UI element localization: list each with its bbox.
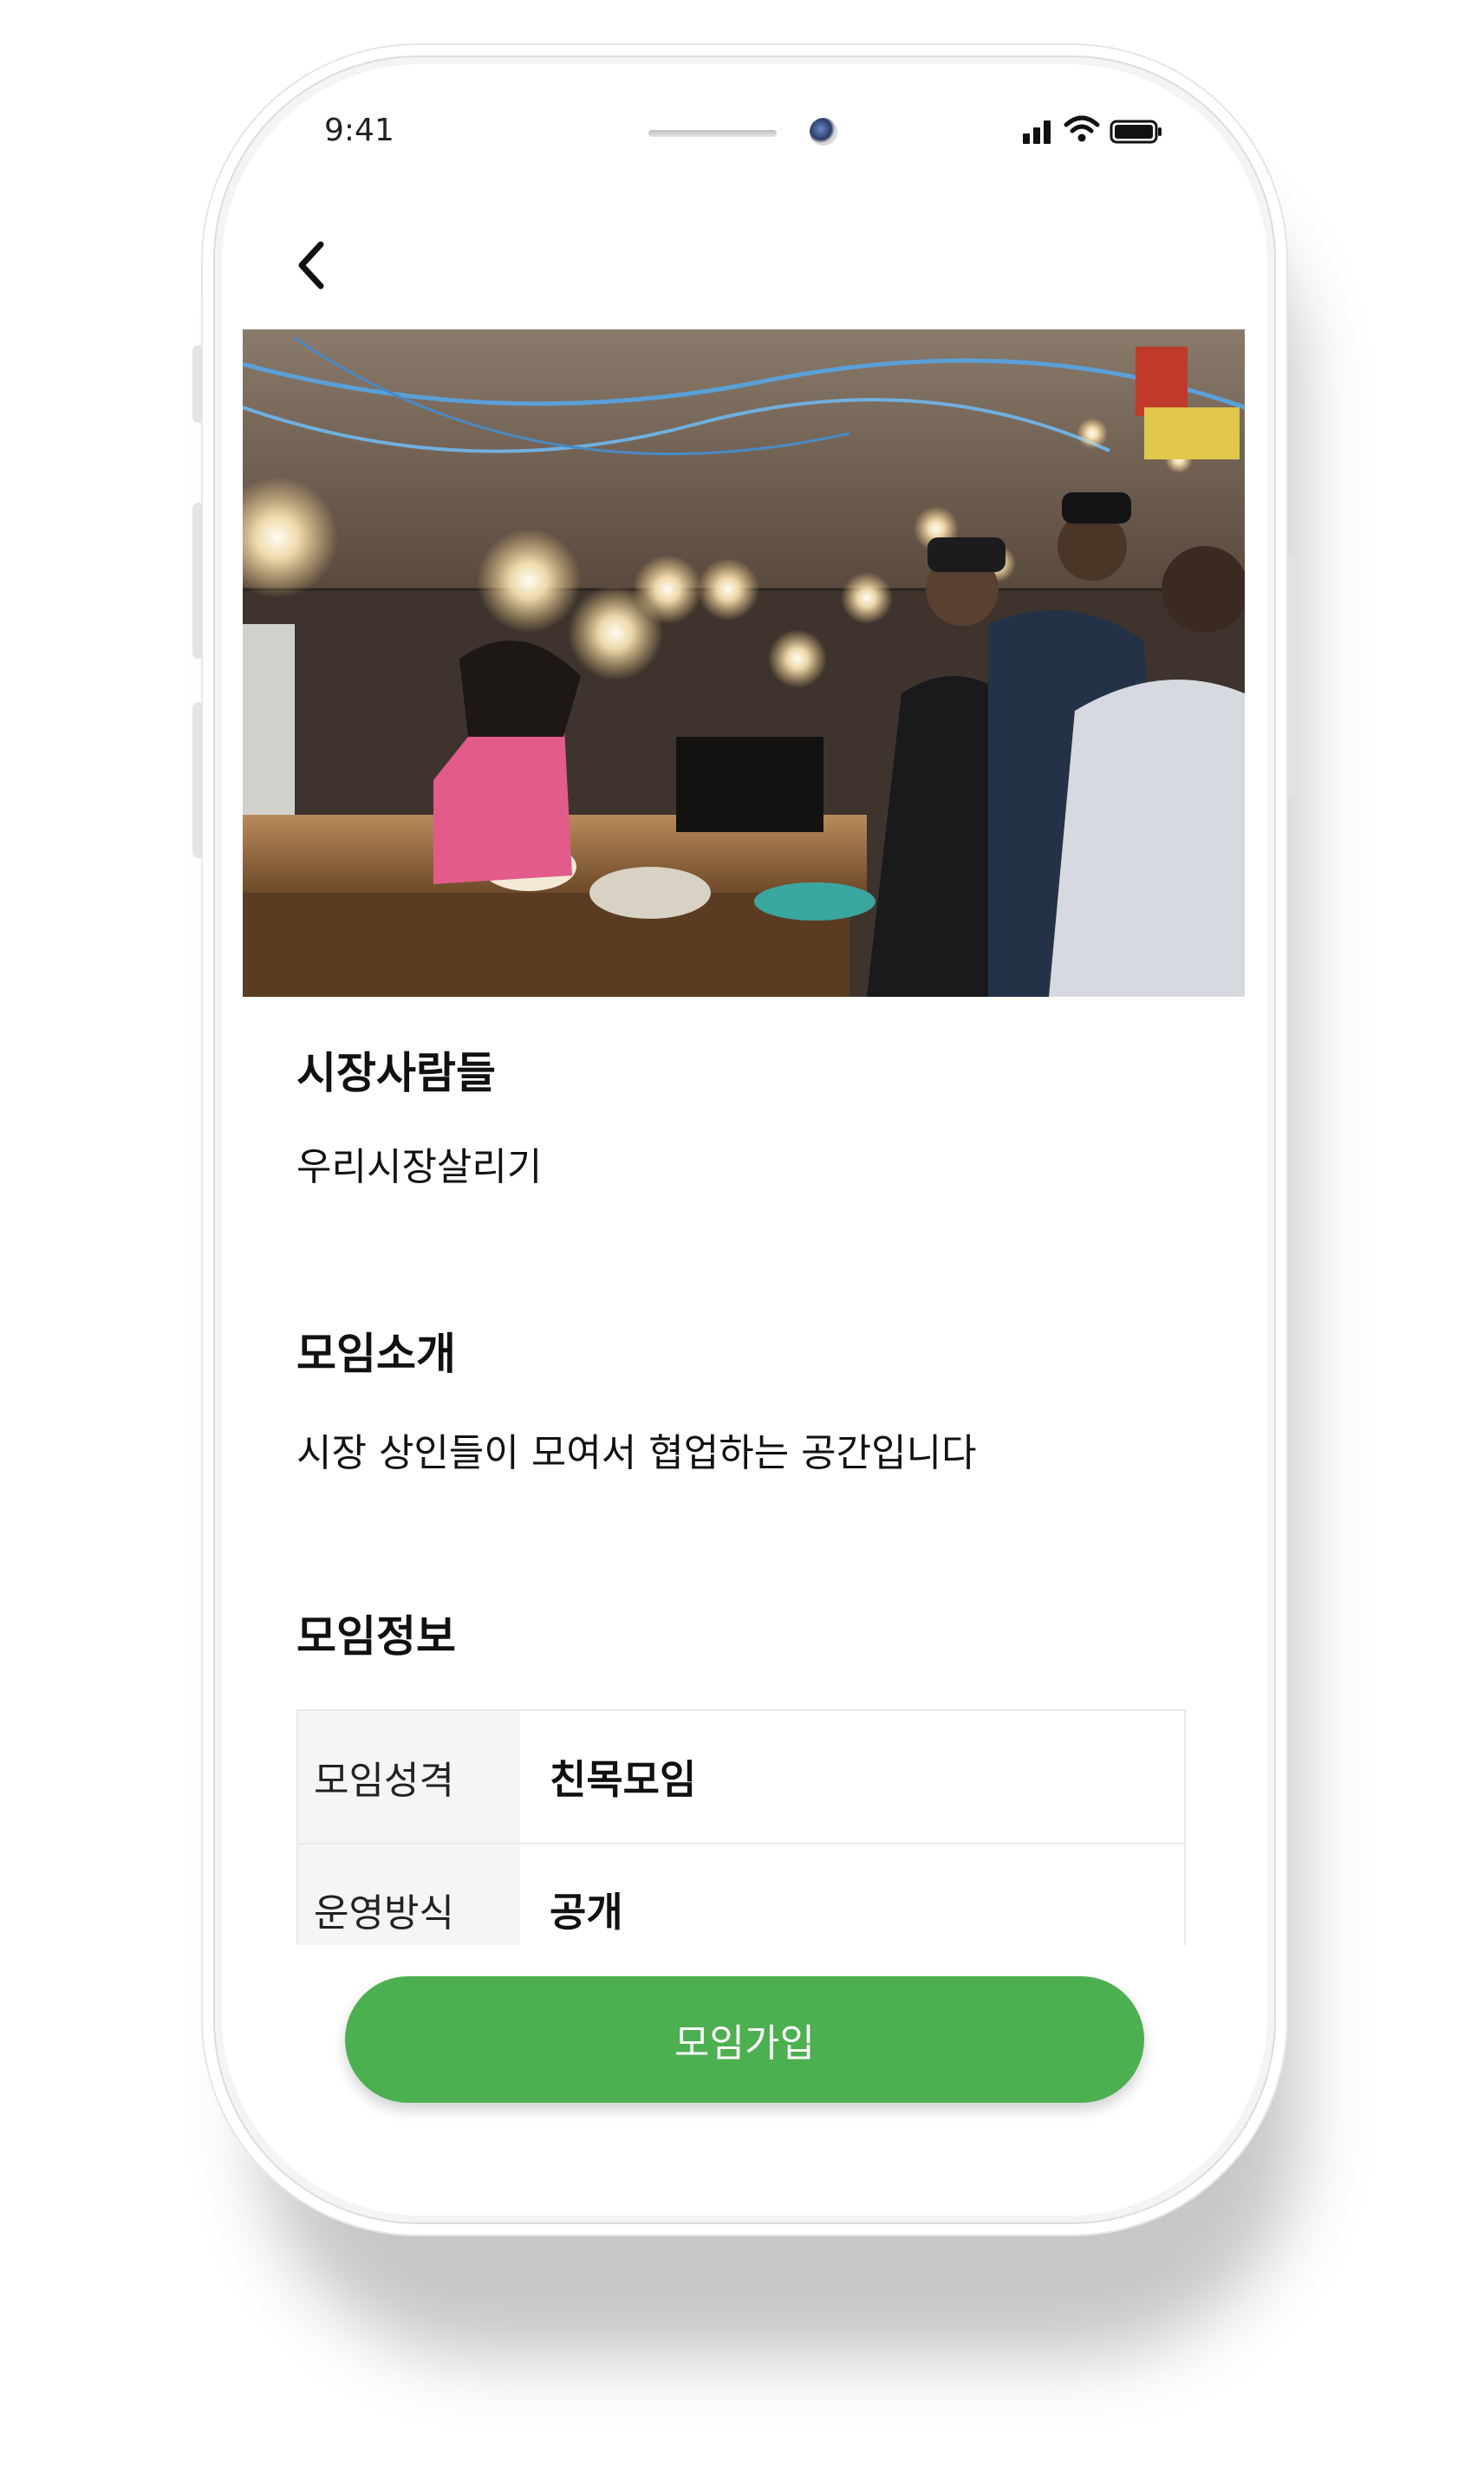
battery-icon (1110, 120, 1162, 144)
intro-text: 시장 상인들이 모여서 협업하는 공간입니다 (296, 1431, 977, 1475)
signal-icon (1023, 120, 1051, 144)
phone-screen: 9:41 시장사람들 우리시장살리기 모임소개 시장 상인들이 모여서 협업하는… (222, 64, 1267, 2215)
info-table: 모임성격 친목모임 운영방식 공개 (296, 1709, 1186, 1969)
group-tagline: 우리시장살리기 (296, 1145, 543, 1189)
status-bar: 9:41 (222, 64, 1267, 194)
status-time: 9:41 (324, 113, 394, 148)
wifi-icon (1064, 115, 1100, 142)
market-photo (243, 329, 1245, 997)
hero-image (243, 329, 1245, 997)
info-value: 친목모임 (550, 1756, 697, 1803)
info-heading: 모임정보 (296, 1611, 456, 1662)
earpiece-speaker (648, 130, 777, 137)
front-camera (810, 118, 837, 146)
info-key: 모임성격 (298, 1711, 520, 1843)
group-name: 시장사람들 (296, 1048, 496, 1098)
info-row-type: 모임성격 친목모임 (298, 1711, 1184, 1843)
join-button[interactable]: 모임가입 (345, 1976, 1144, 2103)
intro-heading: 모임소개 (296, 1329, 456, 1379)
chevron-left-icon[interactable] (291, 237, 329, 293)
